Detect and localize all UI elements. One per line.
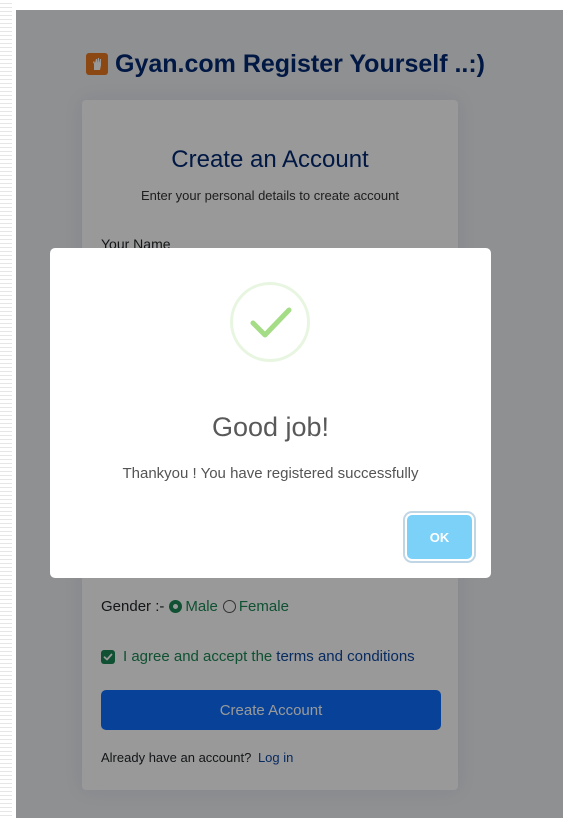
ok-button[interactable]: OK bbox=[407, 515, 472, 559]
dialog-title: Good job! bbox=[211, 412, 330, 442]
dialog-message: Thankyou ! You have registered successfu… bbox=[122, 465, 419, 482]
scan-edge-strip bbox=[0, 0, 12, 818]
success-dialog: Good job! Thankyou ! You have registered… bbox=[50, 248, 491, 578]
success-check-icon bbox=[230, 282, 310, 362]
page-viewport: Gyan.com Register Yourself ..:) Create a… bbox=[16, 10, 563, 818]
